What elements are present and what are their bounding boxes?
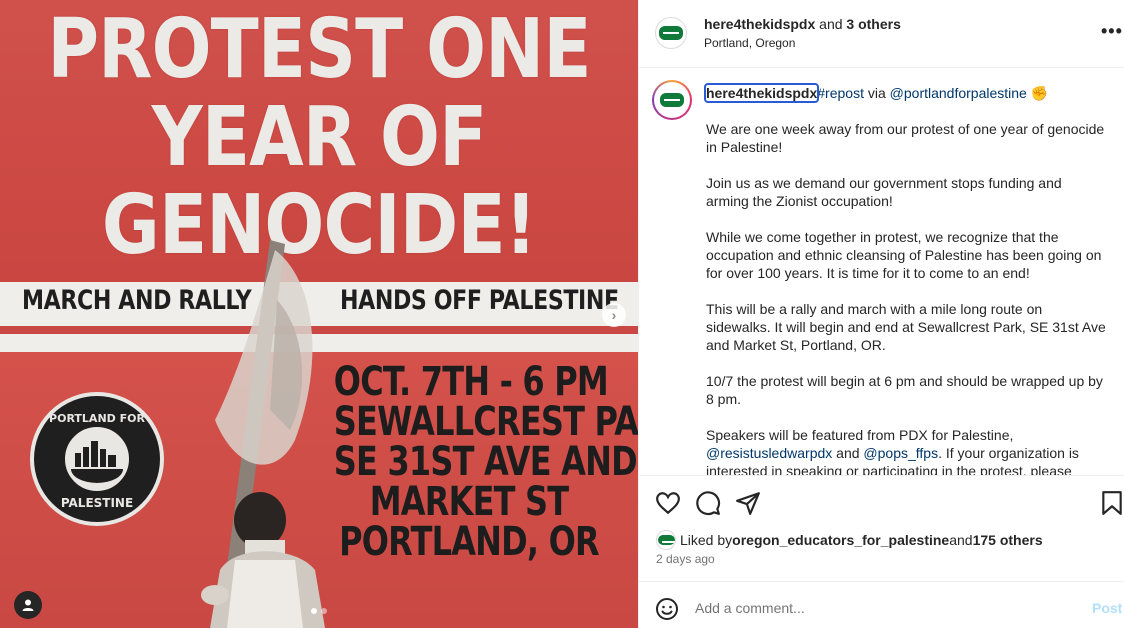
likes-user[interactable]: oregon_educators_for_palestine <box>732 532 949 548</box>
likes-and: and <box>949 532 973 548</box>
post-header: here4thekidspdx and 3 others Portland, O… <box>639 0 1124 68</box>
poster-headline: PROTEST ONE YEAR OF GENOCIDE! <box>45 6 594 270</box>
caption-text: Speakers will be featured from PDX for P… <box>706 427 1014 443</box>
caption-first-line: here4thekidspdx#repost via @portlandforp… <box>703 83 1106 103</box>
tagged-users-button[interactable] <box>14 591 42 619</box>
caption-text: and <box>832 445 864 461</box>
post-image[interactable]: PROTEST ONE YEAR OF GENOCIDE! MARCH AND … <box>0 0 638 628</box>
header-others[interactable]: 3 others <box>846 16 900 32</box>
more-options-button[interactable]: ••• <box>1101 21 1123 42</box>
poster-detail-line: SEWALLCREST PARK <box>333 399 638 445</box>
caption-paragraph: 10/7 the protest will begin at 6 pm and … <box>706 373 1103 407</box>
caption-scroll-area[interactable]: here4thekidspdx#repost via @portlandforp… <box>639 69 1124 475</box>
caption-paragraph: We are one week away from our protest of… <box>706 121 1105 155</box>
likes-prefix: Liked by <box>680 532 733 548</box>
flag-icon <box>658 535 675 545</box>
header-location[interactable]: Portland, Oregon <box>704 36 795 50</box>
portland-for-palestine-logo: PORTLAND FOR PALESTINE <box>30 392 164 526</box>
header-username[interactable]: here4thekidspdx <box>704 16 815 32</box>
skyline-icon <box>71 441 123 483</box>
poster-detail-line: SE 31ST AVE AND <box>333 439 638 485</box>
share-icon[interactable] <box>735 490 761 516</box>
poster-event-details: OCT. 7TH - 6 PM SEWALLCREST PARK SE 31ST… <box>333 359 638 565</box>
likes-summary: Liked by oregon_educators_for_palestine … <box>656 530 1043 550</box>
poster-detail-line: MARKET ST <box>369 479 569 525</box>
carousel-next-button[interactable]: › <box>602 303 626 327</box>
avatar <box>654 82 690 118</box>
flag-icon <box>659 26 683 40</box>
post-caption: here4thekidspdx#repost via @portlandforp… <box>703 83 1106 475</box>
avatar[interactable] <box>655 17 687 49</box>
heart-icon[interactable] <box>655 490 681 516</box>
fist-emoji: ✊ <box>1030 85 1049 101</box>
bookmark-icon[interactable] <box>1099 490 1124 516</box>
logo-text-bottom: PALESTINE <box>60 496 134 510</box>
action-bar <box>639 475 1124 527</box>
carousel-dot <box>321 608 327 614</box>
post-comment-button[interactable]: Post <box>1092 600 1122 616</box>
post-timestamp[interactable]: 2 days ago <box>656 552 715 566</box>
caption-via: via <box>863 85 890 101</box>
flag-icon <box>660 93 684 107</box>
carousel-dot-active <box>311 608 317 614</box>
comment-icon[interactable] <box>695 490 721 516</box>
post-details-panel: here4thekidspdx and 3 others Portland, O… <box>638 0 1124 628</box>
poster-detail-line: OCT. 7TH - 6 PM <box>333 359 609 405</box>
person-icon <box>22 599 34 611</box>
caption-paragraph: This will be a rally and march with a mi… <box>706 301 1106 353</box>
avatar[interactable] <box>656 530 676 550</box>
emoji-icon[interactable] <box>655 597 679 621</box>
poster-detail-line: PORTLAND, OR <box>339 519 600 565</box>
protester-illustration <box>201 240 325 628</box>
poster-headline-line: PROTEST ONE <box>47 2 591 97</box>
carousel-dots <box>311 608 327 614</box>
comment-box: Post <box>639 581 1124 628</box>
caption-username[interactable]: here4thekidspdx <box>703 83 820 103</box>
avatar-story-ring[interactable] <box>652 80 692 120</box>
comment-input[interactable] <box>695 600 1075 616</box>
caption-mention[interactable]: @resistusledwarpdx <box>706 445 832 461</box>
logo-skyline <box>62 424 132 494</box>
poster-banner-right: HANDS OFF PALESTINE <box>340 285 619 316</box>
caption-mention[interactable]: @pops_ffps <box>863 445 938 461</box>
chevron-right-icon: › <box>611 307 617 323</box>
header-and: and <box>815 16 847 32</box>
caption-paragraph: Speakers will be featured from PDX for P… <box>706 426 1106 475</box>
caption-paragraph: Join us as we demand our government stop… <box>706 175 1062 209</box>
header-authors: here4thekidspdx and 3 others <box>704 16 901 32</box>
poster-headline-line: YEAR OF <box>151 90 488 185</box>
more-horizontal-icon: ••• <box>1101 21 1123 41</box>
caption-source-mention[interactable]: @portlandforpalestine <box>890 85 1027 101</box>
caption-hashtag[interactable]: #repost <box>817 85 864 101</box>
caption-paragraph: While we come together in protest, we re… <box>706 229 1102 281</box>
likes-others[interactable]: 175 others <box>973 532 1043 548</box>
